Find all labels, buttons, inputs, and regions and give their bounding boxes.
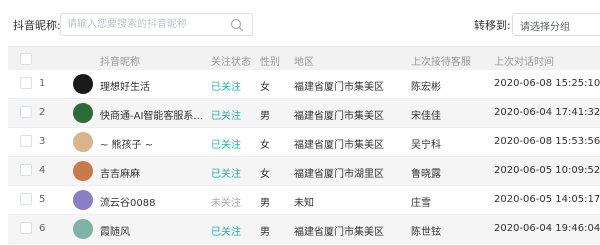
row-nickname: ~ 熊孩子 ~ [100, 140, 154, 151]
row-region: 福建省厦门市集美区 [294, 111, 384, 122]
row-index: 2 [39, 107, 46, 118]
header-region: 地区 [294, 57, 314, 68]
row-index: 4 [39, 165, 46, 176]
header-nickname: 抖音昵称 [100, 57, 140, 68]
avatar [73, 190, 93, 210]
row-checkbox[interactable] [20, 135, 32, 147]
search-icon[interactable] [230, 18, 244, 32]
search-box[interactable] [60, 13, 253, 36]
row-last-chat-time: 2020-06-08 15:53:56 [494, 136, 600, 147]
avatar [73, 103, 93, 123]
row-index: 5 [39, 194, 46, 205]
row-follow-status: 未关注 [211, 198, 241, 209]
header-last-agent: 上次接待客服 [411, 57, 471, 68]
row-region: 福建省厦门市集美区 [294, 140, 384, 151]
row-region: 福建省厦门市集美区 [294, 227, 384, 238]
table-row[interactable]: 6 霞随风 已关注 男 福建省厦门市集美区 陈世铉 2020-06-04 19:… [8, 215, 600, 244]
row-nickname: 理想好生活 [100, 82, 150, 93]
table-header: 抖音昵称 关注状态 性别 地区 上次接待客服 上次对话时间 [8, 46, 600, 70]
row-nickname: 吉吉麻麻 [100, 169, 140, 180]
row-last-chat-time: 2020-06-04 17:41:32 [494, 107, 600, 118]
avatar [73, 74, 93, 94]
select-all-checkbox[interactable] [20, 53, 32, 65]
row-checkbox[interactable] [20, 222, 32, 234]
row-region: 未知 [294, 198, 314, 209]
table-row[interactable]: 1 理想好生活 已关注 女 福建省厦门市集美区 陈宏彬 2020-06-08 1… [8, 70, 600, 99]
row-follow-status: 已关注 [211, 227, 241, 238]
fans-table: 抖音昵称 关注状态 性别 地区 上次接待客服 上次对话时间 1 理想好生活 已关… [8, 46, 600, 244]
table-row[interactable]: 4 吉吉麻麻 已关注 女 福建省厦门市湖里区 鲁晓露 2020-06-05 10… [8, 157, 600, 186]
row-follow-status: 已关注 [211, 111, 241, 122]
row-gender: 女 [260, 169, 270, 180]
table-row[interactable]: 3 ~ 熊孩子 ~ 已关注 女 福建省厦门市集美区 吴宁科 2020-06-08… [8, 128, 600, 157]
row-last-chat-time: 2020-06-08 15:25:10 [494, 78, 600, 89]
row-last-agent: 鲁晓露 [411, 169, 441, 180]
row-follow-status: 已关注 [211, 169, 241, 180]
row-index: 3 [39, 136, 46, 147]
avatar [73, 219, 93, 239]
nickname-label: 抖音昵称: [13, 19, 61, 32]
row-nickname: 流云谷0088 [100, 198, 156, 209]
row-checkbox[interactable] [20, 164, 32, 176]
row-last-chat-time: 2020-06-05 10:09:52 [494, 165, 600, 176]
row-last-agent: 吴宁科 [411, 140, 441, 151]
table-row[interactable]: 5 流云谷0088 未关注 男 未知 庄雪 2020-06-05 14:05:1… [8, 186, 600, 215]
avatar [73, 161, 93, 181]
row-last-agent: 庄雪 [411, 198, 431, 209]
filter-bar: 抖音昵称: 转移到: 请选择分组 [0, 0, 600, 46]
row-checkbox[interactable] [20, 77, 32, 89]
row-last-agent: 陈世铉 [411, 227, 441, 238]
header-last-chat-time: 上次对话时间 [494, 57, 554, 68]
row-follow-status: 已关注 [211, 82, 241, 93]
row-nickname: 快商通-AI智能客服系... [100, 111, 203, 122]
row-last-agent: 陈宏彬 [411, 82, 441, 93]
row-checkbox[interactable] [20, 106, 32, 118]
table-row[interactable]: 2 快商通-AI智能客服系... 已关注 男 福建省厦门市集美区 宋佳佳 202… [8, 99, 600, 128]
row-gender: 女 [260, 82, 270, 93]
row-region: 福建省厦门市集美区 [294, 82, 384, 93]
row-gender: 男 [260, 111, 270, 122]
row-follow-status: 已关注 [211, 140, 241, 151]
header-follow-status: 关注状态 [211, 57, 251, 68]
header-gender: 性别 [260, 57, 280, 68]
group-select[interactable]: 请选择分组 [512, 13, 600, 36]
row-gender: 男 [260, 198, 270, 209]
row-checkbox[interactable] [20, 193, 32, 205]
row-index: 6 [39, 223, 46, 234]
group-select-value: 请选择分组 [520, 22, 570, 33]
row-index: 1 [39, 78, 46, 89]
row-last-chat-time: 2020-06-05 14:05:17 [494, 194, 600, 205]
row-last-chat-time: 2020-06-04 19:46:04 [494, 223, 600, 234]
row-last-agent: 宋佳佳 [411, 111, 441, 122]
row-region: 福建省厦门市湖里区 [294, 169, 384, 180]
row-gender: 女 [260, 140, 270, 151]
row-nickname: 霞随风 [100, 227, 130, 238]
avatar [73, 132, 93, 152]
row-gender: 男 [260, 227, 270, 238]
move-to-label: 转移到: [474, 19, 511, 32]
search-input[interactable] [67, 17, 227, 32]
